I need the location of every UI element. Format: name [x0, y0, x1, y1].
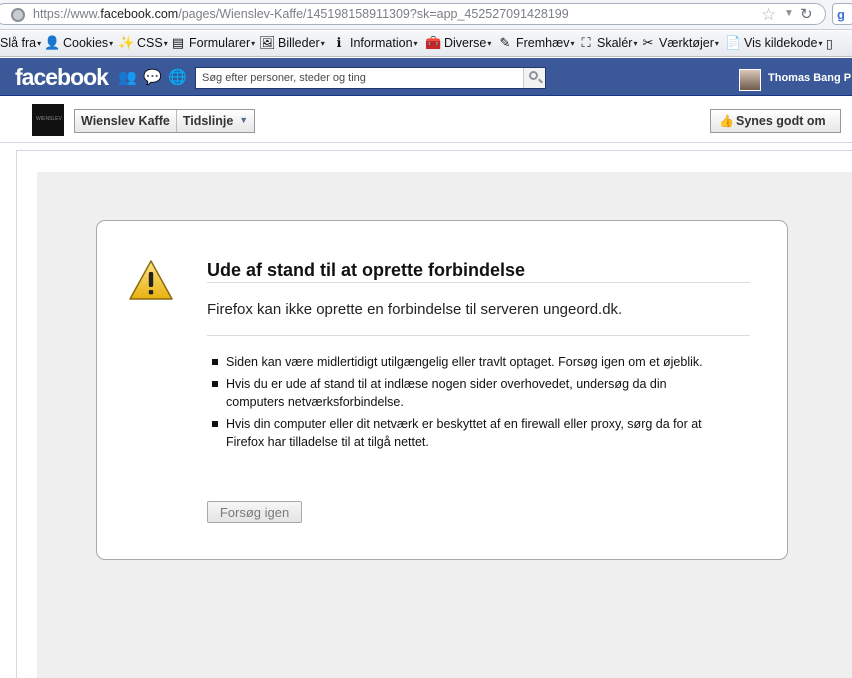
search-input[interactable]: [196, 68, 516, 88]
toolbar-item-css[interactable]: ✨ CSS ▾: [118, 35, 168, 51]
chevron-down-icon: ▾: [570, 38, 575, 48]
warning-icon: [129, 260, 173, 300]
highlight-icon: ✎: [499, 35, 511, 50]
toolbar-item-label: Skalér: [597, 36, 633, 50]
bookmark-star-icon[interactable]: ☆: [761, 5, 776, 25]
facebook-search: [195, 67, 546, 89]
toolbar-item-fremhæv[interactable]: ✎ Fremhæv ▾: [497, 35, 575, 51]
source-icon: 📄: [725, 35, 742, 50]
toolbar-item-information[interactable]: ℹ Information ▾: [331, 35, 418, 51]
chevron-down-icon: ▾: [37, 38, 42, 48]
wand-icon: ✨: [118, 35, 135, 50]
page-thumbnail[interactable]: WIENSLEV: [32, 104, 64, 136]
toolbar-item-label: Fremhæv: [516, 36, 570, 50]
retry-button[interactable]: Forsøg igen: [207, 501, 302, 523]
toolbar-item-slå-fra[interactable]: Slå fra ▾: [0, 36, 41, 50]
search-button[interactable]: [523, 68, 545, 88]
toolbar-item-formularer[interactable]: ▤ Formularer ▾: [170, 35, 256, 51]
like-label: Synes godt om: [736, 114, 826, 128]
list-item: Siden kan være midlertidigt utilgængelig…: [212, 353, 712, 371]
user-name-link[interactable]: Thomas Bang P: [768, 72, 851, 84]
toolbar-item-label: Formularer: [189, 36, 251, 50]
timeline-button[interactable]: Tidslinje ▼: [177, 110, 254, 132]
developer-toolbar: Slå fra ▾ 👤 Cookies ▾ ✨ CSS ▾ ▤ Formularer ▾ 🖼 Bille…: [0, 31, 852, 57]
chevron-down-icon: ▾: [163, 38, 168, 48]
chevron-down-icon: ▾: [487, 38, 492, 48]
url-path: /pages/Wienslev-Kaffe/145198158911309?sk…: [178, 7, 569, 21]
chevron-down-icon: ▾: [714, 38, 719, 48]
url-text[interactable]: https://www.facebook.com/pages/Wienslev-…: [33, 7, 569, 21]
toolbar-item-værktøjer[interactable]: ✂ Værktøjer ▾: [640, 35, 719, 51]
notifications-globe-icon[interactable]: 🌐: [168, 70, 187, 85]
tools-icon: ✂: [642, 35, 654, 50]
browser-url-bar: https://www.facebook.com/pages/Wienslev-…: [0, 0, 852, 30]
error-description: Firefox kan ikke oprette en forbindelse …: [207, 301, 623, 318]
timeline-label: Tidslinje: [182, 114, 234, 128]
page-header: WIENSLEV Wienslev Kaffe Tidslinje ▼ 👍 Syn…: [0, 97, 852, 143]
chevron-down-icon: ▾: [109, 38, 114, 48]
toolbar-item-label: Værktøjer: [659, 36, 714, 50]
chevron-down-icon: ▾: [818, 38, 823, 48]
misc-icon: 🧰: [425, 35, 442, 50]
search-icon: [529, 71, 538, 80]
chevron-down-icon: ▾: [320, 38, 325, 48]
list-item: Hvis din computer eller dit netværk er b…: [212, 415, 712, 451]
thumbs-up-icon: 👍: [719, 114, 734, 128]
like-button[interactable]: 👍 Synes godt om: [710, 109, 841, 133]
url-prefix: https://www.: [33, 7, 101, 21]
avatar[interactable]: [739, 69, 761, 91]
toolbar-item-label: Billeder: [278, 36, 320, 50]
resize-icon: ⛶: [581, 35, 591, 50]
toolbar-item-label: Information: [350, 36, 413, 50]
divider: [207, 282, 750, 283]
toolbar-overflow-icon[interactable]: ▯: [826, 36, 833, 51]
page-thumb-text: WIENSLEV: [36, 116, 62, 122]
error-title: Ude af stand til at oprette forbindelse: [207, 260, 526, 280]
toolbar-item-label: Slå fra: [0, 36, 37, 50]
toolbar-item-billeder[interactable]: 🖼 Billeder ▾: [259, 35, 325, 51]
image-icon: 🖼: [259, 35, 276, 50]
messages-icon[interactable]: 💬: [143, 70, 162, 85]
toolbar-item-vis-kildekode[interactable]: 📄 Vis kildekode ▾: [725, 35, 823, 51]
chevron-down-icon: ▾: [251, 38, 256, 48]
page-nav: Wienslev Kaffe Tidslinje ▼: [74, 109, 256, 133]
divider: [207, 335, 750, 336]
page-name-button[interactable]: Wienslev Kaffe: [75, 110, 177, 132]
list-item: Hvis du er ude af stand til at indlæse n…: [212, 375, 712, 411]
chevron-down-icon: ▾: [413, 38, 418, 48]
info-icon: ℹ: [336, 35, 342, 50]
facebook-top-bar: facebook 👥 💬 🌐 Thomas Bang P: [0, 58, 852, 96]
toolbar-item-diverse[interactable]: 🧰 Diverse ▾: [425, 35, 492, 51]
globe-icon: [11, 8, 25, 22]
chevron-down-icon: ▼: [239, 115, 249, 125]
history-dropdown-icon[interactable]: ▼: [784, 8, 794, 19]
toolbar-item-label: Vis kildekode: [744, 36, 818, 50]
facebook-logo[interactable]: facebook: [15, 64, 109, 91]
friend-requests-icon[interactable]: 👥: [118, 70, 137, 85]
error-suggestions: Siden kan være midlertidigt utilgængelig…: [212, 353, 712, 455]
toolbar-item-cookies[interactable]: 👤 Cookies ▾: [44, 35, 114, 51]
cookie-icon: 👤: [44, 35, 61, 50]
toolbar-item-label: Cookies: [63, 36, 109, 50]
form-icon: ▤: [171, 35, 185, 50]
search-engine-icon[interactable]: g: [832, 3, 852, 25]
url-field[interactable]: https://www.facebook.com/pages/Wienslev-…: [0, 3, 826, 25]
toolbar-item-label: Diverse: [444, 36, 487, 50]
toolbar-item-label: CSS: [137, 36, 163, 50]
chevron-down-icon: ▾: [633, 38, 638, 48]
toolbar-item-skal-r[interactable]: ⛶ Skalér ▾: [578, 35, 638, 51]
reload-icon[interactable]: ↻: [800, 5, 813, 23]
url-domain: facebook.com: [100, 7, 179, 21]
